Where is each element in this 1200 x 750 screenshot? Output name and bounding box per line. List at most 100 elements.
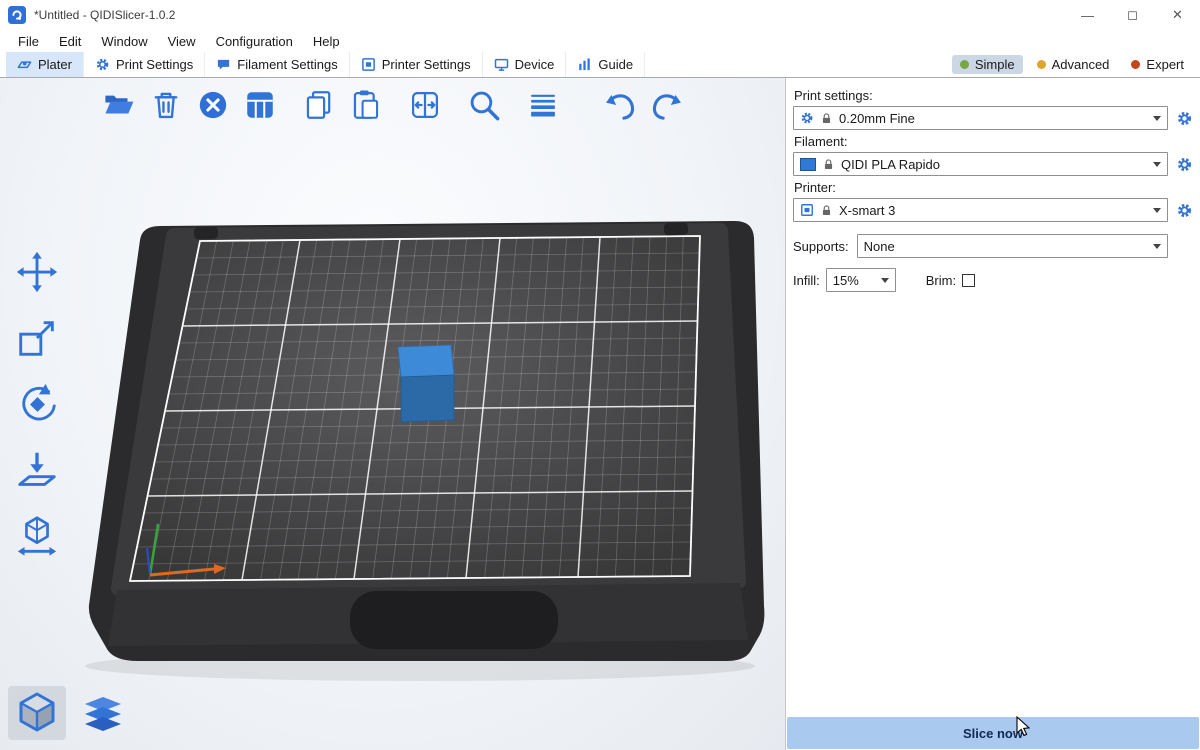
tab-guide[interactable]: Guide — [566, 52, 645, 77]
tab-label: Guide — [598, 57, 633, 72]
mode-simple[interactable]: Simple — [952, 55, 1023, 74]
menu-configuration[interactable]: Configuration — [206, 34, 303, 49]
infill-value: 15% — [833, 273, 859, 288]
folder-open-icon — [102, 88, 136, 122]
brim-checkbox[interactable] — [962, 274, 975, 287]
measure-tool-button[interactable] — [8, 510, 66, 562]
slice-now-button[interactable]: Slice now — [787, 717, 1199, 749]
tab-label: Filament Settings — [237, 57, 337, 72]
left-toolbar — [8, 246, 66, 562]
maximize-button[interactable]: ◻ — [1110, 0, 1155, 30]
mode-label: Advanced — [1052, 57, 1110, 72]
mode-advanced[interactable]: Advanced — [1029, 55, 1118, 74]
expert-mode-dot-icon — [1131, 60, 1140, 69]
menu-edit[interactable]: Edit — [49, 34, 91, 49]
place-on-face-tool-button[interactable] — [8, 444, 66, 496]
printer-gear-button[interactable] — [1173, 199, 1195, 221]
filament-combo[interactable]: QIDI PLA Rapido — [793, 152, 1168, 176]
menu-view[interactable]: View — [158, 34, 206, 49]
delete-all-icon — [196, 88, 230, 122]
guide-icon — [577, 57, 592, 72]
copy-button[interactable] — [300, 86, 338, 124]
advanced-mode-dot-icon — [1037, 60, 1046, 69]
infill-label: Infill: — [793, 273, 820, 288]
print-settings-gear-button[interactable] — [1173, 107, 1195, 129]
printer-combo[interactable]: X-smart 3 — [793, 198, 1168, 222]
lock-icon — [820, 112, 833, 125]
gear-icon — [800, 111, 814, 125]
menu-window[interactable]: Window — [91, 34, 157, 49]
print-settings-label: Print settings: — [794, 88, 1195, 103]
chevron-down-icon — [1153, 244, 1161, 249]
view-switcher — [8, 686, 132, 740]
lock-icon — [822, 158, 835, 171]
chevron-down-icon — [1153, 162, 1161, 167]
titlebar: *Untitled - QIDISlicer-1.0.2 — ◻ ✕ — [0, 0, 1200, 30]
copy-icon — [302, 88, 336, 122]
tab-label: Plater — [38, 57, 72, 72]
scale-tool-button[interactable] — [8, 312, 66, 364]
model-cube — [398, 345, 454, 422]
rotate-icon — [14, 381, 60, 427]
device-icon — [494, 57, 509, 72]
tab-plater[interactable]: Plater — [6, 52, 84, 77]
bed-tray — [89, 221, 765, 661]
tab-label: Device — [515, 57, 555, 72]
variable-layer-height-button[interactable] — [524, 86, 562, 124]
bed-handle — [350, 591, 558, 649]
filament-value: QIDI PLA Rapido — [841, 157, 940, 172]
supports-label: Supports: — [793, 239, 849, 254]
tab-print-settings[interactable]: Print Settings — [84, 52, 205, 77]
trash-icon — [149, 88, 183, 122]
print-settings-combo[interactable]: 0.20mm Fine — [793, 106, 1168, 130]
qidislicer-window: { "window": { "title": "*Untitled - QIDI… — [0, 0, 1200, 750]
place-on-face-icon — [14, 447, 60, 493]
viewport-3d[interactable] — [0, 78, 785, 750]
tabbar: Plater Print Settings Filament Settings … — [0, 52, 1200, 78]
filament-color-swatch — [800, 158, 816, 171]
move-tool-button[interactable] — [8, 246, 66, 298]
menu-help[interactable]: Help — [303, 34, 350, 49]
infill-combo[interactable]: 15% — [826, 268, 896, 292]
filament-label: Filament: — [794, 134, 1195, 149]
window-title: *Untitled - QIDISlicer-1.0.2 — [34, 8, 175, 22]
split-icon — [408, 88, 442, 122]
delete-all-button[interactable] — [194, 86, 232, 124]
print-plate — [130, 236, 700, 581]
viewport-toolbar — [0, 86, 785, 124]
filament-icon — [216, 57, 231, 72]
close-button[interactable]: ✕ — [1155, 0, 1200, 30]
tab-device[interactable]: Device — [483, 52, 567, 77]
tab-label: Print Settings — [116, 57, 193, 72]
arrange-icon — [243, 88, 277, 122]
layers-icon — [526, 88, 560, 122]
menu-file[interactable]: File — [8, 34, 49, 49]
supports-value: None — [864, 239, 895, 254]
app-logo-icon — [8, 6, 26, 24]
gear-icon — [1176, 202, 1193, 219]
view-3d-button[interactable] — [8, 686, 66, 740]
tab-printer-settings[interactable]: Printer Settings — [350, 52, 483, 77]
tab-filament-settings[interactable]: Filament Settings — [205, 52, 349, 77]
window-controls: — ◻ ✕ — [1065, 0, 1200, 30]
delete-button[interactable] — [147, 86, 185, 124]
filament-gear-button[interactable] — [1173, 153, 1195, 175]
brim-label: Brim: — [926, 273, 956, 288]
undo-button[interactable] — [601, 86, 639, 124]
arrange-button[interactable] — [241, 86, 279, 124]
supports-combo[interactable]: None — [857, 234, 1168, 258]
minimize-button[interactable]: — — [1065, 0, 1110, 30]
open-button[interactable] — [100, 86, 138, 124]
split-button[interactable] — [406, 86, 444, 124]
measure-icon — [14, 513, 60, 559]
view-layers-button[interactable] — [74, 686, 132, 740]
simple-mode-dot-icon — [960, 60, 969, 69]
tab-label: Printer Settings — [382, 57, 471, 72]
rotate-tool-button[interactable] — [8, 378, 66, 430]
search-icon — [467, 88, 501, 122]
search-button[interactable] — [465, 86, 503, 124]
paste-button[interactable] — [347, 86, 385, 124]
layers-view-icon — [79, 689, 127, 737]
mode-expert[interactable]: Expert — [1123, 55, 1192, 74]
redo-button[interactable] — [648, 86, 686, 124]
